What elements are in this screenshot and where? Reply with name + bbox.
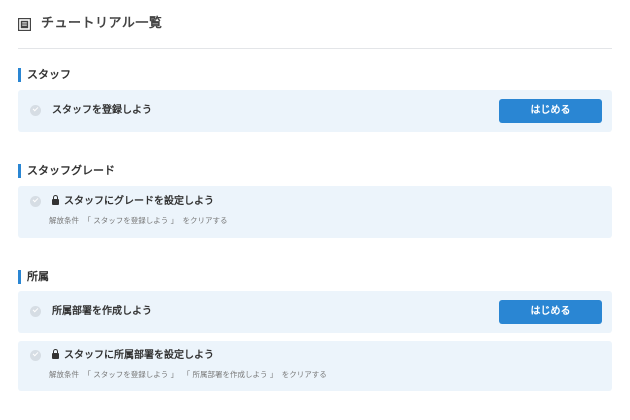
condition-label: 解放条件	[49, 216, 79, 225]
lock-icon	[52, 195, 59, 205]
section-title-staff: スタッフ	[18, 68, 71, 82]
tutorial-card-title-wrap: スタッフにグレードを設定しよう	[52, 195, 214, 209]
tutorial-card-create-department: 所属部署を作成しよう はじめる	[18, 291, 612, 333]
tutorial-page: チュートリアル一覧 スタッフ スタッフを登録しよう はじめる スタッフグレード …	[0, 0, 630, 420]
unlock-condition: 解放条件 「 スタッフを登録しよう 」 「 所属部署を作成しよう 」 をクリアす…	[49, 369, 329, 381]
start-button[interactable]: はじめる	[499, 300, 602, 324]
page-title: チュートリアル一覧	[41, 16, 163, 31]
condition-suffix: をクリアする	[281, 370, 327, 379]
condition-item: 「 スタッフを登録しよう 」	[83, 370, 179, 379]
section-title-staff-grade: スタッフグレード	[18, 164, 115, 178]
lock-icon	[52, 349, 59, 359]
check-icon	[30, 350, 41, 361]
tutorial-card-set-grade: スタッフにグレードを設定しよう 解放条件 「 スタッフを登録しよう 」 をクリア…	[18, 186, 612, 238]
page-header: チュートリアル一覧	[18, 14, 612, 49]
condition-suffix: をクリアする	[182, 216, 228, 225]
unlock-condition: 解放条件 「 スタッフを登録しよう 」 をクリアする	[49, 215, 230, 227]
tutorial-card-title: スタッフにグレードを設定しよう	[64, 196, 214, 207]
section-title-department: 所属	[18, 270, 49, 284]
condition-label: 解放条件	[49, 370, 79, 379]
tutorial-card-title: 所属部署を作成しよう	[52, 306, 152, 317]
book-icon	[18, 18, 31, 31]
check-icon	[30, 105, 41, 116]
start-button[interactable]: はじめる	[499, 99, 602, 123]
tutorial-card-set-department: スタッフに所属部署を設定しよう 解放条件 「 スタッフを登録しよう 」 「 所属…	[18, 341, 612, 391]
tutorial-card-title-wrap: スタッフに所属部署を設定しよう	[52, 349, 214, 363]
condition-item: 「 スタッフを登録しよう 」	[83, 216, 179, 225]
tutorial-card-title: スタッフに所属部署を設定しよう	[64, 350, 214, 361]
check-icon	[30, 196, 41, 207]
check-icon	[30, 306, 41, 317]
condition-item: 「 所属部署を作成しよう 」	[182, 370, 278, 379]
tutorial-card-register-staff: スタッフを登録しよう はじめる	[18, 90, 612, 132]
tutorial-card-title: スタッフを登録しよう	[52, 105, 152, 116]
